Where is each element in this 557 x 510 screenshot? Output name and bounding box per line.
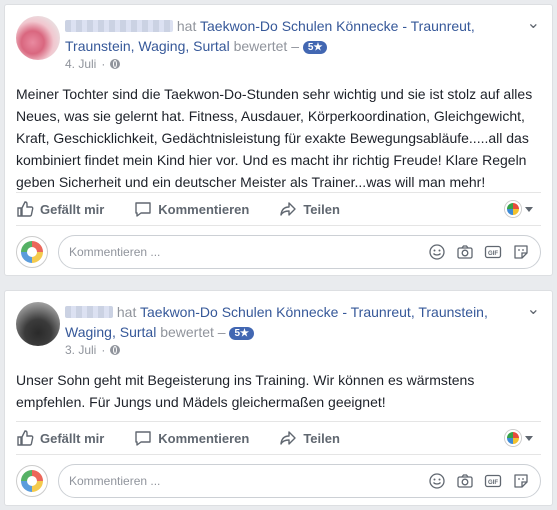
post-meta: 3. Juli · [65,343,121,357]
share-icon [280,431,297,445]
emoji-icon[interactable] [428,243,446,261]
gif-icon[interactable]: GIF [484,472,502,490]
comment-placeholder: Kommentieren ... [69,245,161,259]
comment-icon [135,202,151,217]
redacted-name [65,20,173,32]
rating-value: 5 [307,42,314,53]
verb-text: hat [176,18,197,34]
like-label: Gefällt mir [40,430,105,446]
action-bar: Gefällt mir Kommentieren Teilen [16,192,541,226]
globe-icon [110,345,121,355]
share-button[interactable]: Teilen [279,429,340,447]
post-header: hat Taekwon-Do Schulen Könnecke - Traunr… [65,16,516,56]
emoji-icon[interactable] [428,472,446,490]
post-text: Unser Sohn geht mit Begeisterung ins Tra… [16,372,475,410]
comment-button[interactable]: Kommentieren [134,200,249,218]
post-as-selector[interactable] [505,430,533,446]
globe-icon [110,59,121,69]
review-post: hat Taekwon-Do Schulen Könnecke - Traunr… [4,4,553,276]
action-bar: Gefällt mir Kommentieren Teilen [16,421,541,455]
gif-icon[interactable]: GIF [484,243,502,261]
rating-badge: 5★ [302,41,328,54]
comment-input[interactable]: Kommentieren ... GIF [58,464,541,498]
camera-icon[interactable] [456,472,474,490]
comment-placeholder: Kommentieren ... [69,474,161,488]
page-avatar [16,236,48,268]
sticker-icon[interactable] [512,243,530,261]
rated-text: bewertet – [160,324,226,340]
comment-button[interactable]: Kommentieren [134,429,249,447]
like-button[interactable]: Gefällt mir [16,200,104,218]
post-text: Meiner Tochter sind die Taekwon-Do-Stund… [16,86,533,190]
page-logo-icon [505,201,521,217]
thumbs-up-icon [17,201,34,217]
camera-icon[interactable] [456,243,474,261]
comment-label: Kommentieren [158,201,250,217]
post-as-selector[interactable] [505,201,533,217]
rating-value: 5 [234,328,241,339]
comment-composer: Kommentieren ... GIF [16,463,541,499]
share-icon [280,202,297,216]
avatar[interactable] [16,16,60,60]
avatar[interactable] [16,302,60,346]
share-label: Teilen [303,201,340,217]
rated-text: bewertet – [233,38,299,54]
post-header: hat Taekwon-Do Schulen Könnecke - Traunr… [65,302,516,342]
comment-input[interactable]: Kommentieren ... GIF [58,235,541,269]
page-logo-icon [505,430,521,446]
caret-down-icon [525,435,533,441]
like-label: Gefällt mir [40,201,105,217]
share-label: Teilen [303,430,340,446]
caret-down-icon [525,206,533,212]
comment-icon [135,431,151,446]
post-date[interactable]: 4. Juli [65,57,96,71]
rating-badge: 5★ [229,327,254,340]
chevron-down-icon[interactable]: ⌄ [527,13,540,33]
sticker-icon[interactable] [512,472,530,490]
verb-text: hat [116,304,137,320]
like-button[interactable]: Gefällt mir [16,429,104,447]
share-button[interactable]: Teilen [279,200,340,218]
svg-text:GIF: GIF [488,480,498,486]
chevron-down-icon[interactable]: ⌄ [527,299,540,319]
page-avatar [16,465,48,497]
comment-label: Kommentieren [158,430,250,446]
thumbs-up-icon [17,430,34,446]
post-meta: 4. Juli · [65,57,121,71]
comment-composer: Kommentieren ... GIF [16,234,541,270]
review-post: hat Taekwon-Do Schulen Könnecke - Traunr… [4,290,553,506]
redacted-name [65,306,113,318]
svg-text:GIF: GIF [488,251,498,257]
post-date[interactable]: 3. Juli [65,343,96,357]
